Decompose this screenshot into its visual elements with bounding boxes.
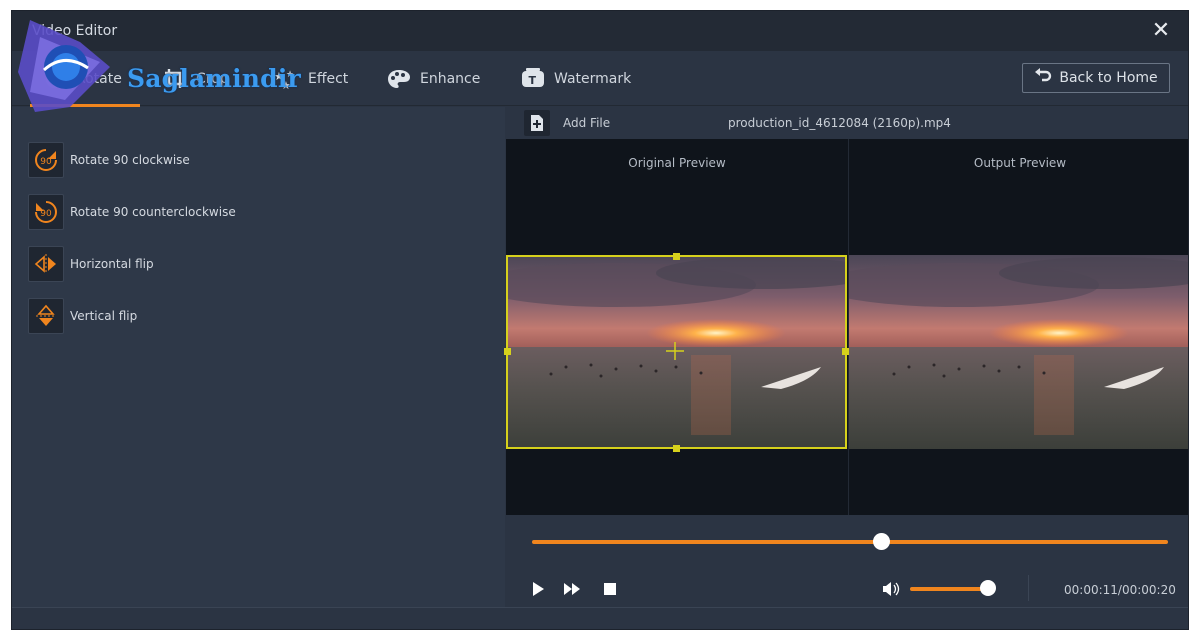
add-file-button[interactable]: Add File — [563, 116, 610, 130]
back-to-home-label: Back to Home — [1059, 70, 1158, 86]
crop-icon — [162, 68, 188, 90]
close-icon[interactable]: ✕ — [1150, 20, 1172, 42]
controls-separator — [1028, 575, 1029, 601]
rotate-icon — [42, 68, 68, 90]
volume-thumb[interactable] — [980, 580, 996, 596]
svg-text:T: T — [529, 74, 537, 87]
rotate-ccw-label: Rotate 90 counterclockwise — [70, 205, 236, 219]
rotate-cw-option[interactable]: 90 Rotate 90 clockwise — [28, 142, 190, 178]
rotate-ccw-option[interactable]: 90 Rotate 90 counterclockwise — [28, 194, 236, 230]
seek-thumb[interactable] — [873, 533, 891, 550]
palette-icon — [386, 68, 412, 90]
tab-crop-label: Crop — [196, 70, 229, 87]
vertical-flip-icon — [28, 298, 64, 334]
editor-toolbar: Rotate Crop ★ ★ ★ Effect Enhance T Waterma… — [12, 51, 1188, 107]
watermark-icon: T — [520, 67, 546, 90]
tab-rotate[interactable]: Rotate — [30, 51, 140, 107]
crop-handle-left[interactable] — [504, 348, 511, 355]
back-to-home-button[interactable]: Back to Home — [1022, 63, 1170, 93]
output-video-frame — [849, 255, 1188, 449]
horizontal-flip-label: Horizontal flip — [70, 257, 154, 271]
tab-watermark-label: Watermark — [554, 70, 632, 87]
tab-effect[interactable]: ★ ★ ★ Effect — [274, 51, 348, 106]
vertical-flip-option[interactable]: Vertical flip — [28, 298, 137, 334]
rotate-ccw-badge: 90 — [40, 209, 52, 219]
tab-crop[interactable]: Crop — [162, 51, 229, 106]
preview-area: Original Preview Output Preview — [504, 139, 1188, 515]
crop-handle-bottom[interactable] — [673, 445, 680, 452]
horizontal-flip-icon — [28, 246, 64, 282]
effect-stars-icon: ★ ★ ★ — [274, 68, 300, 90]
title-bar: Video Editor ✕ — [12, 11, 1188, 51]
preview-panel: Add File production_id_4612084 (2160p).m… — [504, 107, 1188, 607]
play-icon[interactable] — [530, 581, 546, 597]
rotate-ccw-90-icon: 90 — [28, 194, 64, 230]
tab-rotate-label: Rotate — [76, 70, 122, 87]
rotate-cw-badge: 90 — [40, 157, 52, 167]
file-name: production_id_4612084 (2160p).mp4 — [728, 116, 951, 130]
video-editor-window: Video Editor ✕ Rotate Crop ★★★ Effect — [11, 10, 1189, 630]
volume-slider[interactable] — [910, 587, 988, 591]
tab-enhance[interactable]: Enhance — [386, 51, 480, 106]
horizontal-flip-option[interactable]: Horizontal flip — [28, 246, 154, 282]
playback-controls: 00:00:11/00:00:20 — [506, 515, 1188, 607]
timecode: 00:00:11/00:00:20 — [1064, 583, 1176, 597]
seek-bar[interactable] — [532, 540, 1168, 544]
vertical-flip-label: Vertical flip — [70, 309, 138, 323]
back-arrow-icon — [1034, 68, 1052, 88]
output-preview-label: Output Preview — [973, 156, 1067, 170]
original-preview-label: Original Preview — [628, 156, 726, 170]
crop-handle-top[interactable] — [673, 253, 680, 260]
file-bar: Add File production_id_4612084 (2160p).m… — [506, 107, 1188, 139]
original-video-frame — [506, 255, 847, 449]
window-title: Video Editor — [32, 23, 118, 39]
tab-enhance-label: Enhance — [420, 70, 481, 87]
stop-icon[interactable] — [602, 581, 618, 597]
volume-icon[interactable] — [882, 581, 900, 597]
add-file-icon[interactable] — [524, 110, 550, 136]
tab-effect-label: Effect — [308, 70, 349, 87]
crop-handle-right[interactable] — [842, 348, 849, 355]
tab-watermark[interactable]: T Watermark — [520, 51, 631, 106]
svg-text:★: ★ — [281, 79, 291, 90]
rotate-cw-label: Rotate 90 clockwise — [70, 153, 190, 167]
bottom-strip — [12, 607, 1188, 629]
rotate-options-panel: 90 Rotate 90 clockwise 90 Rotate 90 coun… — [12, 107, 505, 607]
fast-forward-icon[interactable] — [564, 581, 580, 597]
rotate-cw-90-icon: 90 — [28, 142, 64, 178]
